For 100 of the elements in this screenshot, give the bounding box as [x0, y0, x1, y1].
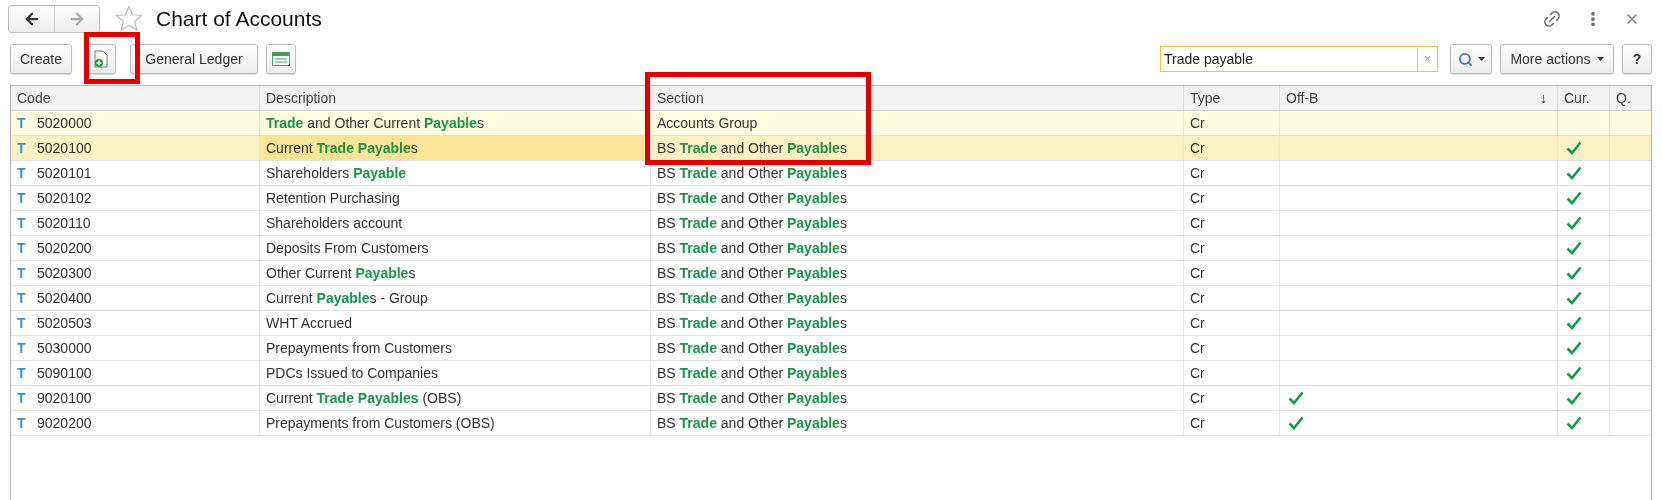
account-type-marker: T: [17, 263, 27, 283]
account-type-marker: T: [17, 388, 27, 408]
check-icon: [1566, 341, 1582, 355]
table-cell-text: Cr: [1190, 213, 1205, 233]
report-button[interactable]: [266, 44, 296, 74]
more-actions-button[interactable]: More actions: [1500, 44, 1614, 74]
table-cell-text: Retention Purchasing: [266, 188, 400, 208]
table-cell-text: Prepayments from Customers (OBS): [266, 413, 495, 433]
table-row[interactable]: T 9020100 Current Trade Payables (OBS) BS Trade and Other Payables Cr: [11, 386, 1651, 411]
account-type-marker: T: [17, 338, 27, 358]
table-cell-text: Cr: [1190, 163, 1205, 183]
account-type-marker: T: [17, 413, 27, 433]
column-header[interactable]: Q.: [1610, 86, 1651, 110]
search-field[interactable]: Trade payable ×: [1160, 46, 1438, 72]
table-row[interactable]: T 5090100 PDCs Issued to Companies BS Trade and Other Payables Cr: [11, 361, 1651, 386]
table-row[interactable]: T 5020400 Current Payables - Group BS Trade and Other Payables Cr: [11, 286, 1651, 311]
star-icon[interactable]: [114, 4, 144, 34]
help-button[interactable]: ?: [1622, 44, 1652, 74]
table-cell-text: Cr: [1190, 238, 1205, 258]
check-icon: [1566, 141, 1582, 155]
table-cell-text: Cr: [1190, 188, 1205, 208]
column-header[interactable]: Off-B ↓: [1280, 86, 1558, 110]
document-add-icon: [93, 50, 109, 68]
table-cell-text: 5020110: [37, 213, 91, 233]
check-icon: [1288, 416, 1304, 430]
check-icon: [1566, 416, 1582, 430]
table-cell-text: Prepayments from Customers: [266, 338, 452, 358]
table-cell-text: Cr: [1190, 363, 1205, 383]
account-type-marker: T: [17, 188, 27, 208]
table-cell-text: 9020100: [37, 388, 92, 408]
table-cell-text: Accounts Group: [657, 113, 758, 133]
account-type-marker: T: [17, 163, 27, 183]
table-cell-text: Cr: [1190, 413, 1205, 433]
table-cell-text: Deposits From Customers: [266, 238, 429, 258]
account-type-marker: T: [17, 238, 27, 258]
search-icon: [1457, 51, 1473, 67]
column-header[interactable]: Cur.: [1558, 86, 1610, 110]
table-cell-text: Shareholders account: [266, 213, 403, 233]
table-cell-text: 9020200: [37, 413, 92, 433]
table-cell-text: BS Trade and Other Payables: [657, 238, 847, 258]
sort-indicator: ↓: [1540, 88, 1547, 108]
check-icon: [1566, 291, 1582, 305]
table-row[interactable]: T 5020200 Deposits From Customers BS Trade and Other Payables Cr: [11, 236, 1651, 261]
check-icon: [1566, 366, 1582, 380]
account-type-marker: T: [17, 113, 27, 133]
caret-icon: [1477, 57, 1485, 61]
table-cell-text: 5020300: [37, 263, 92, 283]
table-cell-text: Current Trade Payables (OBS): [266, 388, 462, 408]
table-cell-text: BS Trade and Other Payables: [657, 188, 847, 208]
table-cell-text: Cr: [1190, 338, 1205, 358]
spreadsheet-icon: [272, 52, 290, 66]
table-row[interactable]: T 5020300 Other Current Payables BS Trade and Other Payables Cr: [11, 261, 1651, 286]
highlight-frame: [84, 32, 140, 84]
caret-icon: [1596, 57, 1604, 61]
check-icon: [1566, 216, 1582, 230]
column-header[interactable]: Type: [1184, 86, 1280, 110]
general-ledger-button[interactable]: General Ledger: [130, 44, 258, 74]
table-cell-text: 5020100: [37, 138, 92, 158]
check-icon: [1566, 316, 1582, 330]
table-cell-text: 5020400: [37, 288, 92, 308]
table-row[interactable]: T 5020102 Retention Purchasing BS Trade and Other Payables Cr: [11, 186, 1651, 211]
account-type-marker: T: [17, 313, 27, 333]
search-button[interactable]: [1450, 44, 1492, 74]
table-cell-text: Trade and Other Current Payables: [266, 113, 484, 133]
column-header[interactable]: Section: [651, 86, 1184, 110]
column-header[interactable]: Code: [11, 86, 260, 110]
search-input[interactable]: Trade payable: [1161, 48, 1417, 70]
table-row[interactable]: T 5030000 Prepayments from Customers BS Trade and Other Payables Cr: [11, 336, 1651, 361]
check-icon: [1566, 241, 1582, 255]
table-row[interactable]: T 5020100 Current Trade Payables BS Trade and Other Payables Cr: [11, 136, 1651, 161]
check-icon: [1288, 391, 1304, 405]
forward-arrow-icon: [68, 10, 86, 28]
table-cell-text: Current Payables - Group: [266, 288, 428, 308]
column-header[interactable]: Description: [260, 86, 651, 110]
table-row[interactable]: T 5020101 Shareholders Payable BS Trade and Other Payables Cr: [11, 161, 1651, 186]
window-title: Chart of Accounts: [156, 6, 322, 33]
table-cell-text: Cr: [1190, 288, 1205, 308]
table-cell-text: BS Trade and Other Payables: [657, 413, 847, 433]
table-cell-text: 5020503: [37, 313, 92, 333]
table-cell-text: BS Trade and Other Payables: [657, 288, 847, 308]
table-cell-text: Current Trade Payables: [266, 138, 418, 158]
table-row[interactable]: T 5020110 Shareholders account BS Trade and Other Payables Cr: [11, 211, 1651, 236]
account-type-marker: T: [17, 363, 27, 383]
account-type-marker: T: [17, 138, 27, 158]
check-icon: [1566, 166, 1582, 180]
table-cell-text: 5020200: [37, 238, 92, 258]
table-cell-text: BS Trade and Other Payables: [657, 263, 847, 283]
table-cell-text: Cr: [1190, 388, 1205, 408]
table-row[interactable]: T 5020000 Trade and Other Current Payables Accounts Group Cr: [11, 111, 1651, 136]
check-icon: [1566, 191, 1582, 205]
table-cell-text: BS Trade and Other Payables: [657, 163, 847, 183]
table-cell-text: PDCs Issued to Companies: [266, 363, 438, 383]
table-row[interactable]: T 5020503 WHT Accrued BS Trade and Other Payables Cr: [11, 311, 1651, 336]
check-icon: [1566, 266, 1582, 280]
table-cell-text: BS Trade and Other Payables: [657, 388, 847, 408]
create-button[interactable]: Create: [10, 44, 72, 74]
table-row[interactable]: T 9020200 Prepayments from Customers (OBS) BS Trade and Other Payables Cr: [11, 411, 1651, 436]
account-type-marker: T: [17, 213, 27, 233]
account-type-marker: T: [17, 288, 27, 308]
table-cell-text: 5020101: [37, 163, 92, 183]
